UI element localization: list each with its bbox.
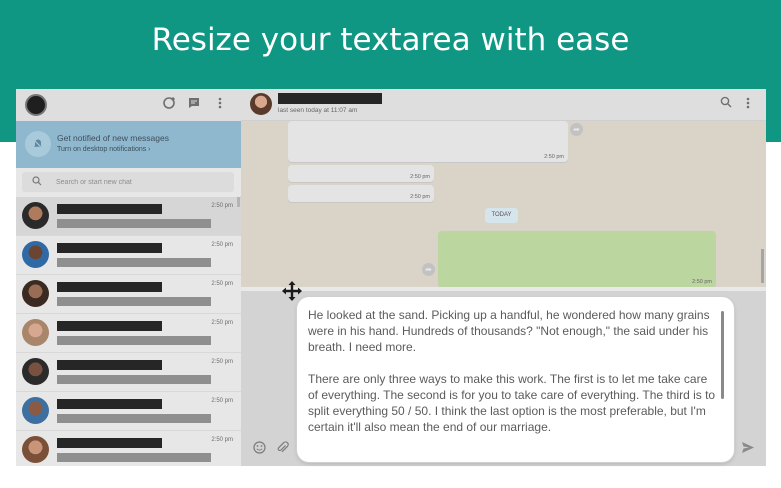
contact-avatar <box>22 436 49 463</box>
user-avatar[interactable] <box>25 94 47 116</box>
outgoing-message-bubble[interactable]: 2:50 pm <box>438 231 716 287</box>
message-textarea[interactable]: He looked at the sand. Picking up a hand… <box>308 307 720 452</box>
contact-avatar <box>22 202 49 229</box>
redacted-message-preview <box>57 453 211 462</box>
chat-list-item[interactable]: 2:50 pm <box>16 392 241 431</box>
chat-list: 2:50 pm 2:50 pm 2:50 pm 2:50 pm 2:50 pm … <box>16 197 241 466</box>
contact-avatar <box>22 397 49 424</box>
search-icon <box>32 176 42 190</box>
chat-time: 2:50 pm <box>211 359 233 365</box>
redacted-contact-name <box>57 243 162 253</box>
enable-notifications-link[interactable]: Turn on desktop notifications › <box>57 146 151 153</box>
message-time: 2:50 pm <box>410 174 430 180</box>
message-time: 2:50 pm <box>410 194 430 200</box>
menu-icon[interactable] <box>740 96 756 112</box>
chat-time: 2:50 pm <box>211 320 233 326</box>
contact-avatar <box>22 319 49 346</box>
sidebar-header <box>16 89 241 121</box>
redacted-message-preview <box>57 219 211 228</box>
date-divider: TODAY <box>485 208 518 223</box>
messages-scrollbar[interactable] <box>761 249 764 283</box>
chat-list-item[interactable]: 2:50 pm <box>16 314 241 353</box>
chat-time: 2:50 pm <box>211 398 233 404</box>
chat-icon[interactable] <box>186 96 202 112</box>
message-area: 2:50 pm ➦ 2:50 pm 2:50 pm TODAY 2:50 pm … <box>241 121 766 287</box>
search-box[interactable] <box>22 172 234 192</box>
redacted-contact-name <box>278 93 382 104</box>
redacted-contact-name <box>57 321 162 331</box>
chat-time: 2:50 pm <box>211 242 233 248</box>
redacted-message-preview <box>57 414 211 423</box>
resizable-textarea-panel[interactable]: He looked at the sand. Picking up a hand… <box>297 297 734 462</box>
emoji-icon[interactable] <box>253 441 266 457</box>
notification-title: Get notified of new messages <box>57 133 169 143</box>
bell-off-icon <box>25 131 51 157</box>
move-icon[interactable] <box>281 280 303 302</box>
attach-icon[interactable] <box>276 441 289 457</box>
refresh-icon[interactable] <box>161 96 177 112</box>
redacted-contact-name <box>57 204 162 214</box>
incoming-message-bubble[interactable]: 2:50 pm <box>288 121 568 162</box>
contact-avatar <box>22 241 49 268</box>
chat-list-item[interactable]: 2:50 pm <box>16 275 241 314</box>
contact-avatar <box>22 280 49 307</box>
banner-title: Resize your textarea with ease <box>151 22 630 58</box>
chat-list-item[interactable]: 2:50 pm <box>16 236 241 275</box>
conversation-header: last seen today at 11:07 am <box>241 89 766 121</box>
chat-time: 2:50 pm <box>211 281 233 287</box>
redacted-contact-name <box>57 438 162 448</box>
redacted-contact-name <box>57 282 162 292</box>
menu-icon[interactable] <box>212 96 228 112</box>
contact-avatar[interactable] <box>250 93 272 115</box>
sidebar: Get notified of new messages Turn on des… <box>16 89 241 466</box>
chat-list-item[interactable]: 2:50 pm <box>16 197 241 236</box>
incoming-message-bubble[interactable]: 2:50 pm <box>288 165 434 182</box>
last-seen-status: last seen today at 11:07 am <box>278 107 358 114</box>
redacted-message-preview <box>57 375 211 384</box>
message-time: 2:50 pm <box>544 154 564 160</box>
search-bar <box>16 168 241 196</box>
chat-list-item[interactable]: 2:50 pm <box>16 353 241 392</box>
forward-icon[interactable]: ➦ <box>422 263 435 276</box>
search-input[interactable] <box>56 176 226 188</box>
contact-avatar <box>22 358 49 385</box>
chat-time: 2:50 pm <box>211 437 233 443</box>
redacted-contact-name <box>57 360 162 370</box>
textarea-scrollbar[interactable] <box>721 311 724 399</box>
message-time: 2:50 pm <box>692 279 712 285</box>
incoming-message-bubble[interactable]: 2:50 pm <box>288 185 434 202</box>
search-icon[interactable] <box>718 96 734 112</box>
send-icon[interactable] <box>741 441 755 457</box>
redacted-contact-name <box>57 399 162 409</box>
sidebar-scrollbar[interactable] <box>237 197 240 207</box>
redacted-message-preview <box>57 258 211 267</box>
forward-icon[interactable]: ➦ <box>570 123 583 136</box>
redacted-message-preview <box>57 336 211 345</box>
chat-list-item[interactable]: 2:50 pm <box>16 431 241 466</box>
notification-banner[interactable]: Get notified of new messages Turn on des… <box>16 121 241 168</box>
redacted-message-preview <box>57 297 211 306</box>
chat-time: 2:50 pm <box>211 203 233 209</box>
